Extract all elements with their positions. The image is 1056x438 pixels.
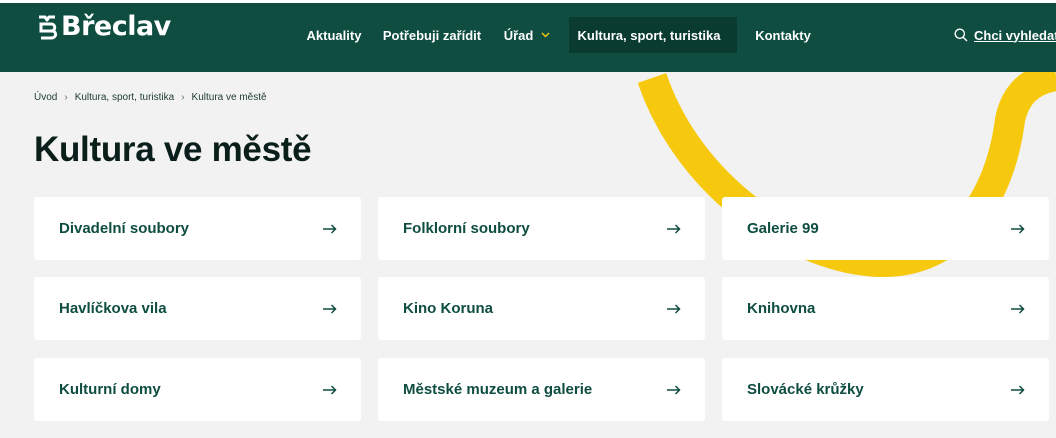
page-title: Kultura ve městě xyxy=(34,130,312,169)
search-label: Chci vyhledat xyxy=(974,27,1056,43)
arrow-right-icon xyxy=(1011,223,1025,234)
arrow-right-icon xyxy=(323,384,337,395)
card-knihovna[interactable]: Knihovna xyxy=(722,277,1049,340)
breadcrumb: Úvod › Kultura, sport, turistika › Kultu… xyxy=(34,92,267,103)
card-kulturni-domy[interactable]: Kulturní domy xyxy=(34,358,361,421)
nav-item-label: Kultura, sport, turistika xyxy=(577,27,721,43)
card-label: Folklorní soubory xyxy=(403,220,530,237)
card-label: Galerie 99 xyxy=(747,220,819,237)
chevron-down-icon xyxy=(541,32,550,38)
card-label: Divadelní soubory xyxy=(59,220,190,237)
search-link[interactable]: Chci vyhledat xyxy=(954,17,1056,53)
arrow-right-icon xyxy=(667,384,681,395)
site-header: Břeclav Aktuality Potřebuji zařídit Úřad… xyxy=(0,0,1056,72)
page: Břeclav Aktuality Potřebuji zařídit Úřad… xyxy=(0,0,1056,438)
arrow-right-icon xyxy=(667,303,681,314)
breadcrumb-item-uvod[interactable]: Úvod xyxy=(34,92,57,103)
nav-item-aktuality[interactable]: Aktuality xyxy=(304,17,364,53)
card-label: Havlíčkova vila xyxy=(59,300,167,317)
arrow-right-icon xyxy=(1011,303,1025,314)
card-label: Městské muzeum a galerie xyxy=(403,381,593,398)
logo-text: Břeclav xyxy=(61,11,171,42)
card-label: Slovácké krůžky xyxy=(747,381,864,398)
nav-item-kultura-sport-turistika[interactable]: Kultura, sport, turistika xyxy=(569,17,737,53)
breclav-logo-icon xyxy=(39,15,58,40)
nav-item-label: Úřad xyxy=(503,27,534,43)
nav-item-urad[interactable]: Úřad xyxy=(502,17,552,53)
arrow-right-icon xyxy=(1011,384,1025,395)
arrow-right-icon xyxy=(323,223,337,234)
nav-item-kontakty[interactable]: Kontakty xyxy=(755,17,811,53)
search-icon xyxy=(954,28,968,42)
nav-item-label: Kontakty xyxy=(755,27,811,43)
chevron-right-icon: › xyxy=(181,92,185,103)
card-divadelni-soubory[interactable]: Divadelní soubory xyxy=(34,197,361,260)
breadcrumb-item-kultura-sport-turistika[interactable]: Kultura, sport, turistika xyxy=(75,92,174,103)
card-havlickova-vila[interactable]: Havlíčkova vila xyxy=(34,277,361,340)
nav-item-label: Potřebuji zařídit xyxy=(382,27,482,43)
nav-item-potrebuji-zaridit[interactable]: Potřebuji zařídit xyxy=(382,17,482,53)
site-logo[interactable]: Břeclav xyxy=(34,12,171,42)
card-mestske-muzeum-a-galerie[interactable]: Městské muzeum a galerie xyxy=(378,358,705,421)
nav-item-label: Aktuality xyxy=(306,27,362,43)
chevron-right-icon: › xyxy=(64,92,68,103)
card-slovacke-kruzky[interactable]: Slovácké krůžky xyxy=(722,358,1049,421)
card-label: Knihovna xyxy=(747,300,816,317)
arrow-right-icon xyxy=(323,303,337,314)
card-folklorni-soubory[interactable]: Folklorní soubory xyxy=(378,197,705,260)
card-kino-koruna[interactable]: Kino Koruna xyxy=(378,277,705,340)
arrow-right-icon xyxy=(667,223,681,234)
breadcrumb-item-current: Kultura ve městě xyxy=(191,92,267,103)
card-galerie-99[interactable]: Galerie 99 xyxy=(722,197,1049,260)
card-label: Kulturní domy xyxy=(59,381,161,398)
card-label: Kino Koruna xyxy=(403,300,493,317)
